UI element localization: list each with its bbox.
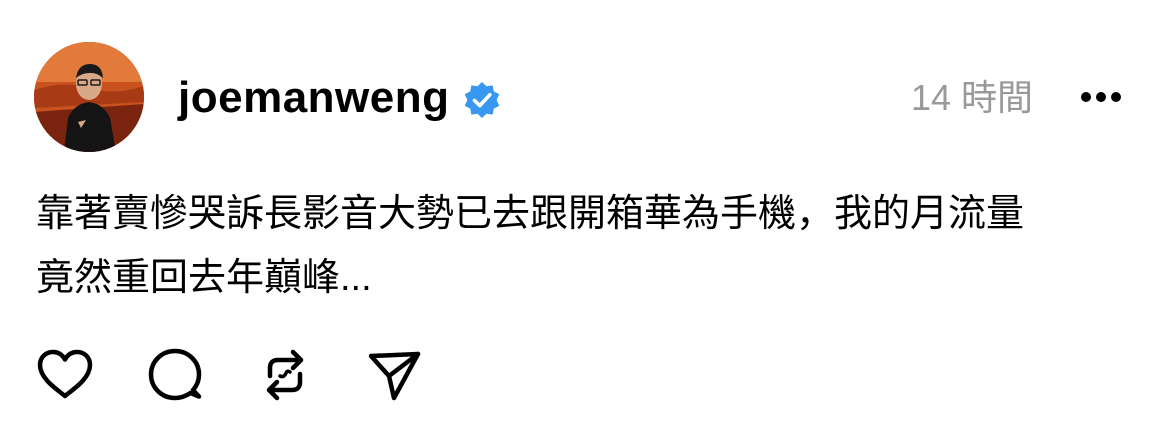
heart-icon bbox=[37, 349, 93, 399]
repost-icon bbox=[266, 349, 304, 401]
post-timestamp: 14 時間 bbox=[910, 77, 1033, 118]
like-button[interactable] bbox=[36, 346, 94, 404]
avatar[interactable] bbox=[34, 42, 144, 152]
comment-icon bbox=[148, 348, 202, 401]
verified-badge-icon bbox=[464, 82, 500, 118]
username[interactable]: joemanweng bbox=[178, 70, 450, 126]
post-caption: 靠著賣慘哭訴長影音大勢已去跟開箱華為手機，我的月流量 竟然重回去年巔峰... bbox=[36, 182, 1146, 310]
more-options-icon[interactable] bbox=[1078, 84, 1124, 110]
caption-line-1: 靠著賣慘哭訴長影音大勢已去跟開箱華為手機，我的月流量 bbox=[36, 193, 1025, 235]
repost-button[interactable] bbox=[256, 346, 314, 404]
post-card: joemanweng 14 時間 靠著賣慘哭訴長影音大勢已去跟開箱華為手機，我的… bbox=[0, 0, 1169, 439]
comment-button[interactable] bbox=[146, 346, 204, 404]
caption-line-2: 竟然重回去年巔峰... bbox=[36, 257, 372, 299]
avatar-image bbox=[34, 42, 144, 152]
share-icon bbox=[368, 351, 421, 401]
share-button[interactable] bbox=[366, 346, 424, 404]
